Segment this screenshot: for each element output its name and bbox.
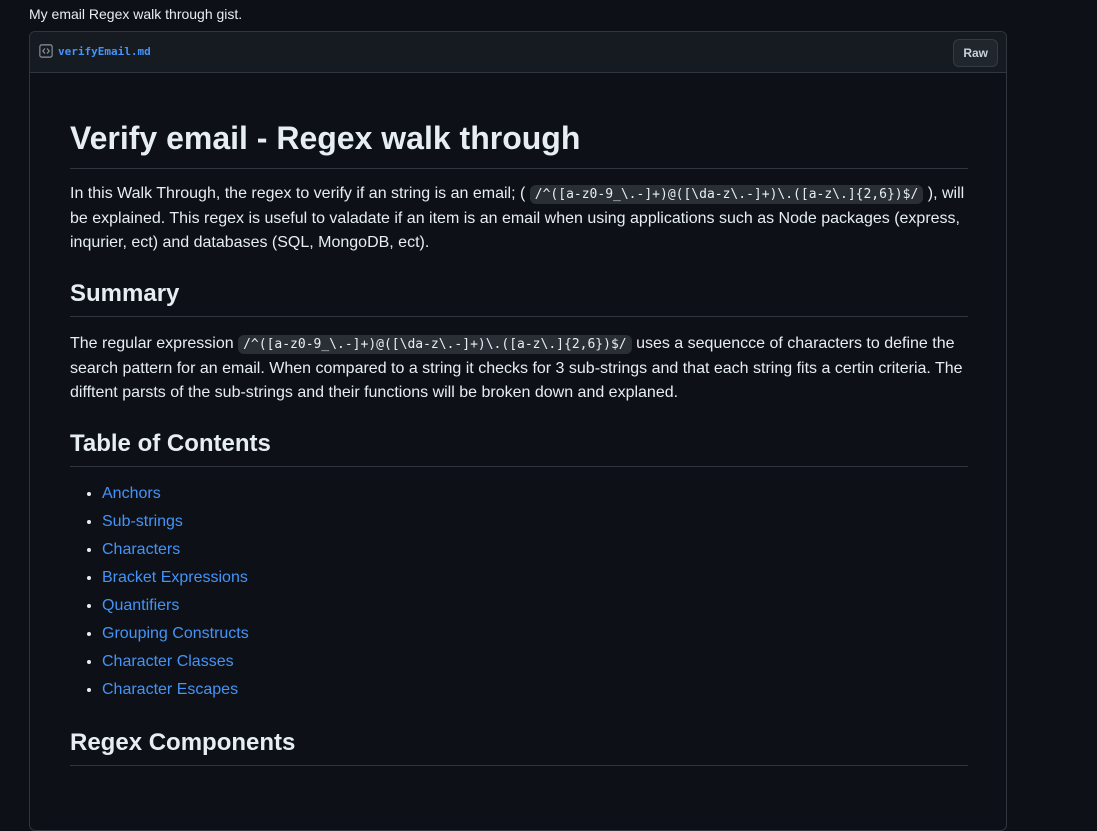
file-header: verifyEmail.md Raw [30,32,1006,73]
gist-description: My email Regex walk through gist. [29,6,243,22]
toc-item: Quantifiers [102,594,249,618]
file-name-link[interactable]: verifyEmail.md [58,45,151,58]
toc-link-grouping-constructs[interactable]: Grouping Constructs [102,625,249,642]
toc-link-sub-strings[interactable]: Sub-strings [102,513,183,530]
summary-paragraph: The regular expression /^([a-z0-9_\.-]+)… [70,332,968,405]
toc-item: Anchors [102,482,249,506]
summary-regex-code: /^([a-z0-9_\.-]+)@([\da-z\.-]+)\.([a-z\.… [238,335,632,354]
intro-text-before: In this Walk Through, the regex to verif… [70,185,526,202]
toc-heading: Table of Contents [70,429,968,467]
toc-item: Character Escapes [102,678,249,702]
doc-title: Verify email - Regex walk through [70,118,968,169]
toc-link-characters[interactable]: Characters [102,541,180,558]
toc-link-character-classes[interactable]: Character Classes [102,653,234,670]
toc-link-bracket-expressions[interactable]: Bracket Expressions [102,569,248,586]
intro-regex-code: /^([a-z0-9_\.-]+)@([\da-z\.-]+)\.([a-z\.… [529,185,924,204]
toc-item: Characters [102,538,249,562]
toc-link-quantifiers[interactable]: Quantifiers [102,597,179,614]
toc-link-anchors[interactable]: Anchors [102,485,161,502]
intro-paragraph: In this Walk Through, the regex to verif… [70,182,968,255]
toc-item: Sub-strings [102,510,249,534]
toc-item: Bracket Expressions [102,566,249,590]
regex-components-heading: Regex Components [70,728,968,766]
raw-button[interactable]: Raw [953,39,998,67]
toc-list: Anchors Sub-strings Characters Bracket E… [70,482,249,706]
summary-text-before: The regular expression [70,335,234,352]
code-square-icon [39,44,53,58]
gist-file-box: verifyEmail.md Raw Verify email - Regex … [29,31,1007,831]
toc-link-character-escapes[interactable]: Character Escapes [102,681,238,698]
summary-heading: Summary [70,279,968,317]
toc-item: Grouping Constructs [102,622,249,646]
toc-item: Character Classes [102,650,249,674]
